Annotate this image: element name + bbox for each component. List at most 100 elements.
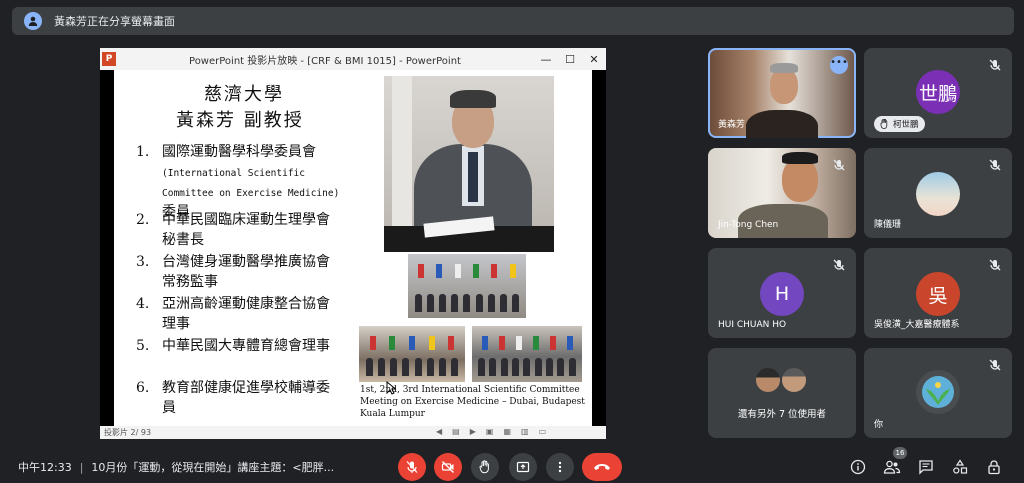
group-photo — [408, 254, 526, 318]
more-options-icon[interactable]: ••• — [830, 56, 848, 74]
raise-hand-icon — [479, 460, 489, 474]
raised-hand-chip: 柯世鵬 — [874, 116, 925, 132]
mic-off-icon — [833, 259, 845, 271]
item-text: 台灣健身運動醫學推廣協會常務監事 — [162, 254, 330, 290]
item-text: 國際運動醫學科學委員會 — [162, 144, 316, 160]
item-text: 亞洲高齡運動健康整合協會理事 — [162, 296, 330, 332]
avatar: H — [760, 272, 804, 316]
host-controls-button[interactable] — [984, 457, 1004, 477]
slideshow-statusbar: 投影片 2/ 93 ◀ ▤ ▶ ▣ ▦ ▥ ▭ — [100, 426, 606, 439]
slide-item: 4. 亞洲高齡運動健康整合協會理事 — [136, 294, 342, 334]
mic-off-icon — [989, 159, 1001, 171]
camera-off-icon — [441, 461, 454, 473]
slide-item: 2. 中華民國臨床運動生理學會秘書長 — [136, 210, 342, 250]
close-button[interactable]: ✕ — [582, 53, 606, 66]
host-controls-icon — [988, 460, 1000, 475]
mic-off-icon — [833, 159, 845, 171]
participant-name: 柯世鵬 — [893, 120, 919, 130]
item-number: 1. — [136, 144, 150, 160]
participant-tile[interactable]: 陳儀珊 — [864, 148, 1012, 238]
photo-caption: 1st, 2nd, 3rd International Scientific C… — [360, 384, 590, 420]
overflow-tile[interactable]: 還有另外 7 位使用者 — [708, 348, 856, 438]
caption-line: Meeting on Exercise Medicine – Dubai, Bu… — [360, 397, 585, 407]
mic-off-icon — [989, 59, 1001, 71]
participant-tile[interactable]: ••• 黃森芳 — [708, 48, 856, 138]
minimize-button[interactable]: — — [534, 53, 558, 66]
normal-view-icon[interactable]: ▣ — [486, 427, 494, 436]
item-text: 中華民國大專體育總會理事 — [162, 338, 330, 354]
avatar: 吳 — [916, 272, 960, 316]
slide-professor: 黃森芳 副教授 — [176, 110, 304, 131]
reading-view-icon[interactable]: ▥ — [521, 427, 529, 436]
mic-off-icon — [406, 461, 418, 473]
mic-off-icon — [989, 259, 1001, 271]
activities-button[interactable] — [950, 457, 970, 477]
item-number: 5. — [136, 338, 150, 354]
prev-slide-icon[interactable]: ◀ — [436, 427, 442, 436]
powerpoint-icon: P — [102, 52, 116, 66]
grid-view-icon[interactable]: ▦ — [503, 427, 511, 436]
slide: 慈濟大學 黃森芳 副教授 1. 國際運動醫學科學委員會 (Internation… — [114, 70, 592, 426]
shared-screen: P PowerPoint 投影片放映 - [CRF & BMI 1015] - … — [100, 48, 606, 439]
item-text: 教育部健康促進學校輔導委員 — [162, 380, 330, 416]
avatar — [916, 172, 960, 216]
slideshow-view-icon[interactable]: ▭ — [539, 427, 547, 436]
avatar: 世鵬 — [916, 70, 960, 114]
activities-icon — [953, 459, 968, 474]
participant-tile[interactable]: Jin-Tong Chen — [708, 148, 856, 238]
restore-button[interactable]: ☐ — [558, 53, 582, 66]
participant-name: Jin-Tong Chen — [718, 220, 779, 230]
end-call-button[interactable] — [582, 453, 622, 481]
slide-university: 慈濟大學 — [204, 84, 284, 105]
meeting-details[interactable]: 中午12:33 | 10月份「運動，從現在開始」講座主題：<肥胖... — [18, 459, 334, 475]
participant-tile[interactable]: H HUI CHUAN HO — [708, 248, 856, 338]
caption-line: 1st, 2nd, 3rd International Scientific C… — [360, 385, 580, 395]
present-icon — [516, 461, 530, 473]
item-subtext: (International Scientific Committee on E… — [162, 168, 340, 199]
logo-icon — [922, 376, 954, 408]
meeting-title: 10月份「運動，從現在開始」講座主題：<肥胖... — [91, 461, 335, 474]
clock: 中午12:33 — [18, 461, 72, 474]
mic-off-icon — [989, 359, 1001, 371]
group-photo — [359, 326, 465, 382]
chat-button[interactable] — [916, 457, 936, 477]
slide-sorter-icon[interactable]: ▤ — [452, 427, 460, 436]
slide-item: 6. 教育部健康促進學校輔導委員 — [136, 378, 342, 418]
participant-name: 你 — [874, 420, 884, 430]
mic-toggle-button[interactable] — [398, 453, 426, 481]
avatar — [754, 366, 782, 394]
present-button[interactable] — [509, 453, 537, 481]
professor-photo — [384, 76, 554, 252]
more-options-button[interactable] — [546, 453, 574, 481]
overflow-label: 還有另外 7 位使用者 — [737, 409, 827, 420]
powerpoint-titlebar: P PowerPoint 投影片放映 - [CRF & BMI 1015] - … — [100, 48, 606, 70]
slide-item: 3. 台灣健身運動醫學推廣協會常務監事 — [136, 252, 342, 292]
item-text: 中華民國臨床運動生理學會秘書長 — [162, 212, 330, 248]
slide-item: 5. 中華民國大專體育總會理事 — [136, 336, 342, 356]
presentation-banner: 黃森芳正在分享螢幕畫面 — [12, 7, 1014, 35]
next-slide-icon[interactable]: ▶ — [470, 427, 476, 436]
participant-tile[interactable]: 世鵬 柯世鵬 — [864, 48, 1012, 138]
participant-name: 黃森芳 — [718, 120, 746, 130]
participants-button[interactable] — [882, 457, 902, 477]
participant-tile[interactable]: 吳 吳俊潢_大嘉醫療體系 — [864, 248, 1012, 338]
presenter-icon — [24, 12, 42, 30]
people-icon — [883, 460, 901, 474]
presenter-text: 黃森芳正在分享螢幕畫面 — [54, 15, 175, 28]
item-number: 2. — [136, 212, 150, 228]
slide-counter: 投影片 2/ 93 — [104, 428, 152, 437]
self-tile[interactable]: 你 — [864, 348, 1012, 438]
participant-name: 吳俊潢_大嘉醫療體系 — [874, 320, 960, 330]
camera-toggle-button[interactable] — [434, 453, 462, 481]
caption-line: Kuala Lumpur — [360, 409, 425, 419]
more-options-icon — [558, 461, 562, 473]
item-number: 4. — [136, 296, 150, 312]
avatar — [916, 370, 960, 414]
participant-count-badge: 16 — [893, 447, 907, 459]
participant-name: HUI CHUAN HO — [718, 320, 787, 330]
item-number: 3. — [136, 254, 150, 270]
meeting-info-button[interactable] — [848, 457, 868, 477]
raise-hand-button[interactable] — [471, 453, 499, 481]
chat-icon — [919, 460, 933, 475]
raise-hand-icon — [880, 119, 888, 129]
